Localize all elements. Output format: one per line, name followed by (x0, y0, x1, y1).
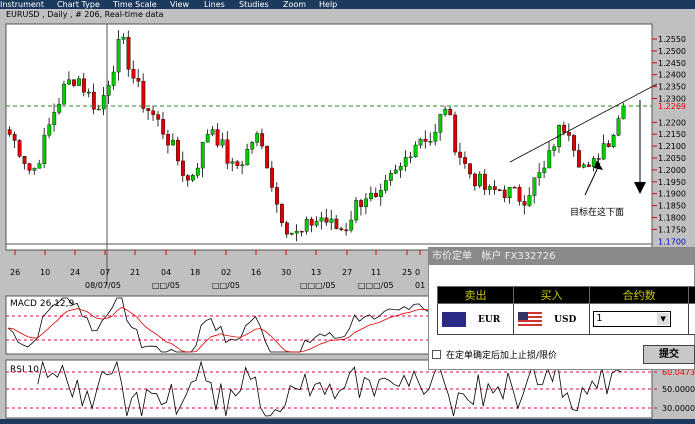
month-label: 01 (415, 281, 425, 290)
market-order-dialog: 市价定单 帐户 FX332726 卖出 买入 合约数 EUR USD 1 ▼ 在定单确… (428, 247, 695, 370)
buy-currency: USD (554, 314, 577, 325)
candle (354, 197, 359, 224)
price-label: 1.2550 (658, 35, 686, 44)
date-label: 24 (70, 268, 80, 277)
current-price-label: 1.2269 (658, 102, 686, 111)
status-bar (0, 419, 695, 424)
month-label: □□□/05 (300, 281, 336, 290)
date-label: 10 (40, 268, 50, 277)
date-label: 11 (371, 268, 381, 277)
price-label: 1.1750 (658, 225, 686, 234)
price-label: 1.2350 (658, 83, 686, 92)
candle (265, 145, 269, 169)
date-label: 25 (402, 268, 412, 277)
annotation-text: 目标在这下面 (570, 206, 624, 218)
price-label: 1.2400 (658, 71, 686, 80)
low-price-label: 1.1700 (658, 237, 686, 246)
date-label: 0 (415, 268, 420, 277)
date-label: 30 (281, 268, 291, 277)
dialog-title: 市价定单 (432, 251, 472, 262)
account-label: 帐户 (481, 251, 502, 262)
price-label: 1.1850 (658, 202, 686, 211)
rsi-level-30: 30.0000 (662, 404, 695, 413)
date-label: 02 (221, 268, 231, 277)
buy-header: 买入 (513, 286, 591, 304)
eu-flag-icon (442, 311, 466, 327)
sell-currency: EUR (478, 314, 501, 325)
date-label: 13 (311, 268, 321, 277)
date-label: 18 (190, 268, 200, 277)
contracts-header: 合约数 (589, 286, 689, 304)
date-label: 07 (100, 268, 110, 277)
date-label: 04 (161, 268, 171, 277)
price-label: 1.1950 (658, 178, 686, 187)
price-label: 1.2500 (658, 47, 686, 56)
us-flag-icon (518, 311, 543, 327)
candle (616, 115, 621, 137)
price-panel (5, 23, 653, 251)
price-label: 1.2050 (658, 154, 686, 163)
candle (62, 80, 67, 105)
order-table: 卖出 买入 合约数 EUR USD 1 ▼ (436, 286, 695, 335)
chevron-down-icon[interactable]: ▼ (657, 313, 670, 325)
price-label: 1.2000 (658, 166, 686, 175)
price-label: 1.2200 (658, 118, 686, 127)
stop-limit-checkbox[interactable] (432, 350, 441, 359)
price-label: 1.2450 (658, 59, 686, 68)
date-axis: 26 10 24 07 21 04 18 02 16 30 13 27 11 25 0 08/07/05 □□/… (10, 250, 425, 290)
dialog-header[interactable]: 市价定单 帐户 FX332726 (429, 248, 694, 265)
rsi-label: RSI 10 (10, 365, 39, 375)
price-axis: 1.25501.25001.24501.24001.23501.23001.22… (652, 35, 686, 246)
macd-label: MACD 26,12,9 (10, 299, 74, 309)
price-label: 1.2150 (658, 130, 686, 139)
candle (176, 136, 180, 166)
month-label: □□/05 (212, 281, 240, 290)
month-label: □□□/05 (358, 281, 394, 290)
date-label: 27 (342, 268, 352, 277)
date-label: 16 (251, 268, 261, 277)
sell-header: 卖出 (436, 286, 515, 304)
price-label: 1.1900 (658, 190, 686, 199)
rsi-level-50: 50.0000 (662, 385, 695, 394)
candle (453, 111, 458, 156)
account-number: FX332726 (504, 251, 556, 262)
month-label: □□/05 (152, 281, 180, 290)
quantity-value: 1 (596, 313, 603, 324)
price-label: 1.2100 (658, 142, 686, 151)
month-label: 08/07/05 (85, 281, 121, 290)
date-label: 21 (130, 268, 140, 277)
candle (611, 133, 616, 149)
candle (17, 139, 22, 158)
stop-limit-label: 在定单确定后加上止损/限价 (446, 351, 558, 361)
quantity-select[interactable]: 1 ▼ (593, 311, 672, 327)
price-label: 1.1800 (658, 214, 686, 223)
submit-button[interactable]: 提交 (643, 345, 695, 364)
date-label: 26 (10, 268, 20, 277)
